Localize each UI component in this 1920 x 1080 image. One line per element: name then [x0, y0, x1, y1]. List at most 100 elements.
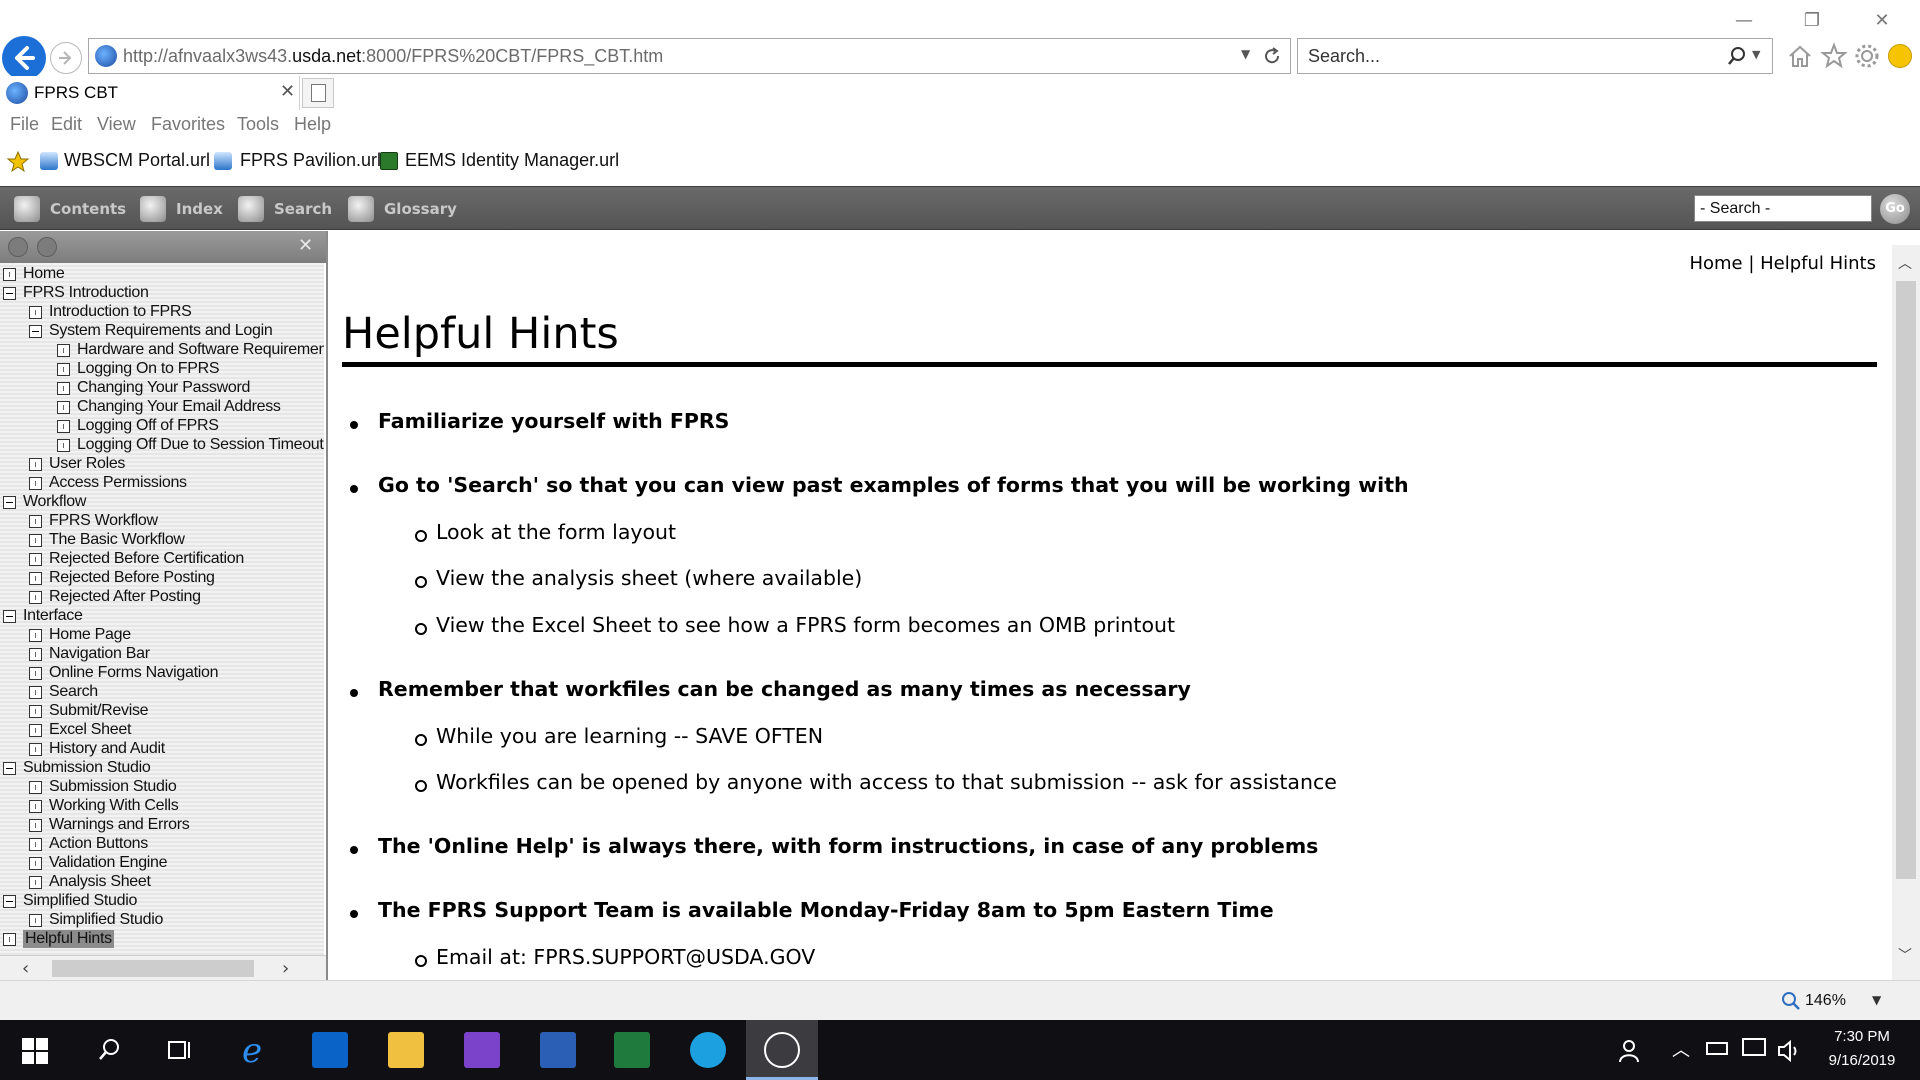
scroll-down-icon[interactable]: ﹀ — [1898, 945, 1912, 965]
collapse-toggle-icon[interactable] — [3, 287, 16, 300]
menu-view[interactable]: View — [97, 114, 136, 135]
address-bar[interactable]: http://afnvaalx3ws43.usda.net:8000/FPRS%… — [88, 38, 1291, 74]
help-go-button[interactable]: Go — [1880, 194, 1910, 224]
menu-edit[interactable]: Edit — [51, 114, 82, 135]
close-window-button[interactable]: ✕ — [1862, 6, 1902, 36]
visual-studio-icon[interactable] — [464, 1032, 500, 1068]
topic-page-icon — [3, 268, 16, 281]
new-tab-button[interactable] — [302, 78, 334, 108]
address-url: http://afnvaalx3ws43.usda.net:8000/FPRS%… — [123, 46, 664, 66]
home-icon[interactable] — [1786, 42, 1814, 70]
topic-page-icon — [57, 382, 70, 395]
toc-scroll-thumb[interactable] — [52, 960, 254, 977]
skype-icon[interactable] — [690, 1032, 726, 1068]
minimize-button[interactable]: — — [1724, 6, 1764, 36]
tab-close-icon[interactable]: ✕ — [280, 81, 295, 102]
browser-search-box[interactable]: Search... ▼ — [1297, 38, 1773, 74]
contents-label: Contents — [50, 200, 127, 218]
help-content: Home | Helpful Hints Helpful Hints Famil… — [330, 231, 1892, 980]
browser-chrome: — ❐ ✕ http://afnvaalx3ws43.usda.net:8000… — [0, 0, 1920, 180]
content-scroll-thumb[interactable] — [1896, 281, 1916, 879]
topic-page-icon — [29, 724, 42, 737]
toc-horizontal-scrollbar[interactable]: ‹ › — [0, 955, 326, 980]
gear-icon[interactable] — [1853, 42, 1881, 70]
volume-icon[interactable] — [1776, 1038, 1802, 1064]
toc-item-label: Working With Cells — [49, 797, 179, 814]
collapse-toggle-icon[interactable] — [3, 762, 16, 775]
index-icon — [140, 196, 166, 222]
battery-icon[interactable] — [1706, 1042, 1728, 1055]
taskbar-search-icon[interactable] — [96, 1036, 124, 1064]
toc-item-label: Changing Your Email Address — [77, 398, 281, 415]
scroll-right-icon[interactable]: › — [282, 958, 289, 979]
topic-page-icon — [29, 534, 42, 547]
browser-search-placeholder: Search... — [1308, 46, 1381, 66]
task-view-icon[interactable] — [166, 1036, 194, 1064]
windows-start-icon[interactable] — [22, 1038, 48, 1064]
toc-next-icon[interactable] — [37, 237, 57, 257]
arrow-right-icon — [59, 51, 72, 65]
show-hidden-icons-chevron-icon[interactable]: ︿ — [1672, 1036, 1690, 1062]
excel-icon[interactable] — [614, 1032, 650, 1068]
favorite-fprs-pavilion[interactable]: FPRS Pavilion.url — [240, 150, 381, 171]
collapse-toggle-icon[interactable] — [3, 610, 16, 623]
outlook-icon[interactable] — [312, 1032, 348, 1068]
toc-item-label: Changing Your Password — [77, 379, 251, 396]
zoom-dropdown-icon[interactable]: ▼ — [1872, 993, 1881, 1007]
menu-help[interactable]: Help — [294, 114, 331, 135]
collapse-toggle-icon[interactable] — [3, 496, 16, 509]
clock-date[interactable]: 9/16/2019 — [1812, 1052, 1912, 1069]
word-icon[interactable] — [540, 1032, 576, 1068]
topic-page-icon — [29, 667, 42, 680]
favorites-star-icon[interactable] — [1820, 42, 1848, 70]
hint-sub-item: Workfiles can be opened by anyone with a… — [415, 770, 1337, 794]
toc-item-label: Logging Off of FPRS — [77, 417, 219, 434]
tab-title: FPRS CBT — [34, 83, 119, 102]
topic-page-icon — [3, 933, 16, 946]
favorite-wbscm-portal[interactable]: WBSCM Portal.url — [64, 150, 210, 171]
favorites-bar-star-icon[interactable] — [6, 150, 30, 174]
menu-file[interactable]: File — [10, 114, 39, 135]
photos-app-icon — [764, 1032, 800, 1068]
smiley-feedback-icon[interactable] — [1888, 44, 1912, 68]
collapse-toggle-icon[interactable] — [3, 895, 16, 908]
refresh-icon[interactable] — [1261, 45, 1283, 67]
toc-item-label: Home — [23, 265, 65, 282]
help-search-input[interactable]: - Search - — [1694, 195, 1872, 222]
search-dropdown-icon[interactable]: ▼ — [1752, 48, 1760, 61]
search-icon[interactable] — [1726, 45, 1748, 67]
toc-item-label: Validation Engine — [49, 854, 168, 871]
search-label: Search — [274, 200, 333, 218]
collapse-toggle-icon[interactable] — [29, 325, 42, 338]
eems-icon — [380, 152, 398, 170]
zoom-level[interactable]: 146% — [1805, 992, 1846, 1010]
network-icon[interactable] — [1742, 1038, 1766, 1056]
taskbar-active-app[interactable] — [746, 1020, 818, 1080]
toc-item-label: Rejected Before Posting — [49, 569, 215, 586]
topic-page-icon — [57, 363, 70, 376]
scroll-left-icon[interactable]: ‹ — [22, 958, 29, 979]
menu-tools[interactable]: Tools — [237, 114, 279, 135]
back-button[interactable] — [2, 36, 46, 80]
internet-explorer-icon[interactable]: e — [238, 1032, 274, 1068]
toc-close-icon[interactable]: ✕ — [298, 235, 313, 256]
page-title: Helpful Hints — [342, 309, 619, 359]
clock-time[interactable]: 7:30 PM — [1812, 1028, 1912, 1045]
topic-page-icon — [29, 515, 42, 528]
toc-prev-icon[interactable] — [8, 237, 28, 257]
toc-item-label: Simplified Studio — [23, 892, 138, 909]
favorite-eems-identity-manager[interactable]: EEMS Identity Manager.url — [405, 150, 619, 171]
scroll-up-icon[interactable]: ︿ — [1898, 253, 1912, 273]
breadcrumb[interactable]: Home | Helpful Hints — [1689, 253, 1876, 274]
toc-item-label: Analysis Sheet — [49, 873, 151, 890]
file-explorer-icon[interactable] — [388, 1032, 424, 1068]
address-dropdown-icon[interactable]: ▼ — [1241, 47, 1250, 61]
people-icon[interactable] — [1616, 1038, 1642, 1064]
restore-button[interactable]: ❐ — [1792, 6, 1832, 36]
topic-page-icon — [29, 819, 42, 832]
forward-button[interactable] — [50, 42, 82, 74]
tab-fprs-cbt[interactable]: FPRS CBT ✕ — [0, 76, 300, 110]
menu-favorites[interactable]: Favorites — [151, 114, 225, 135]
hint-sub-item: Email at: FPRS.SUPPORT@USDA.GOV — [414, 945, 816, 969]
ie-page-icon — [95, 45, 117, 67]
